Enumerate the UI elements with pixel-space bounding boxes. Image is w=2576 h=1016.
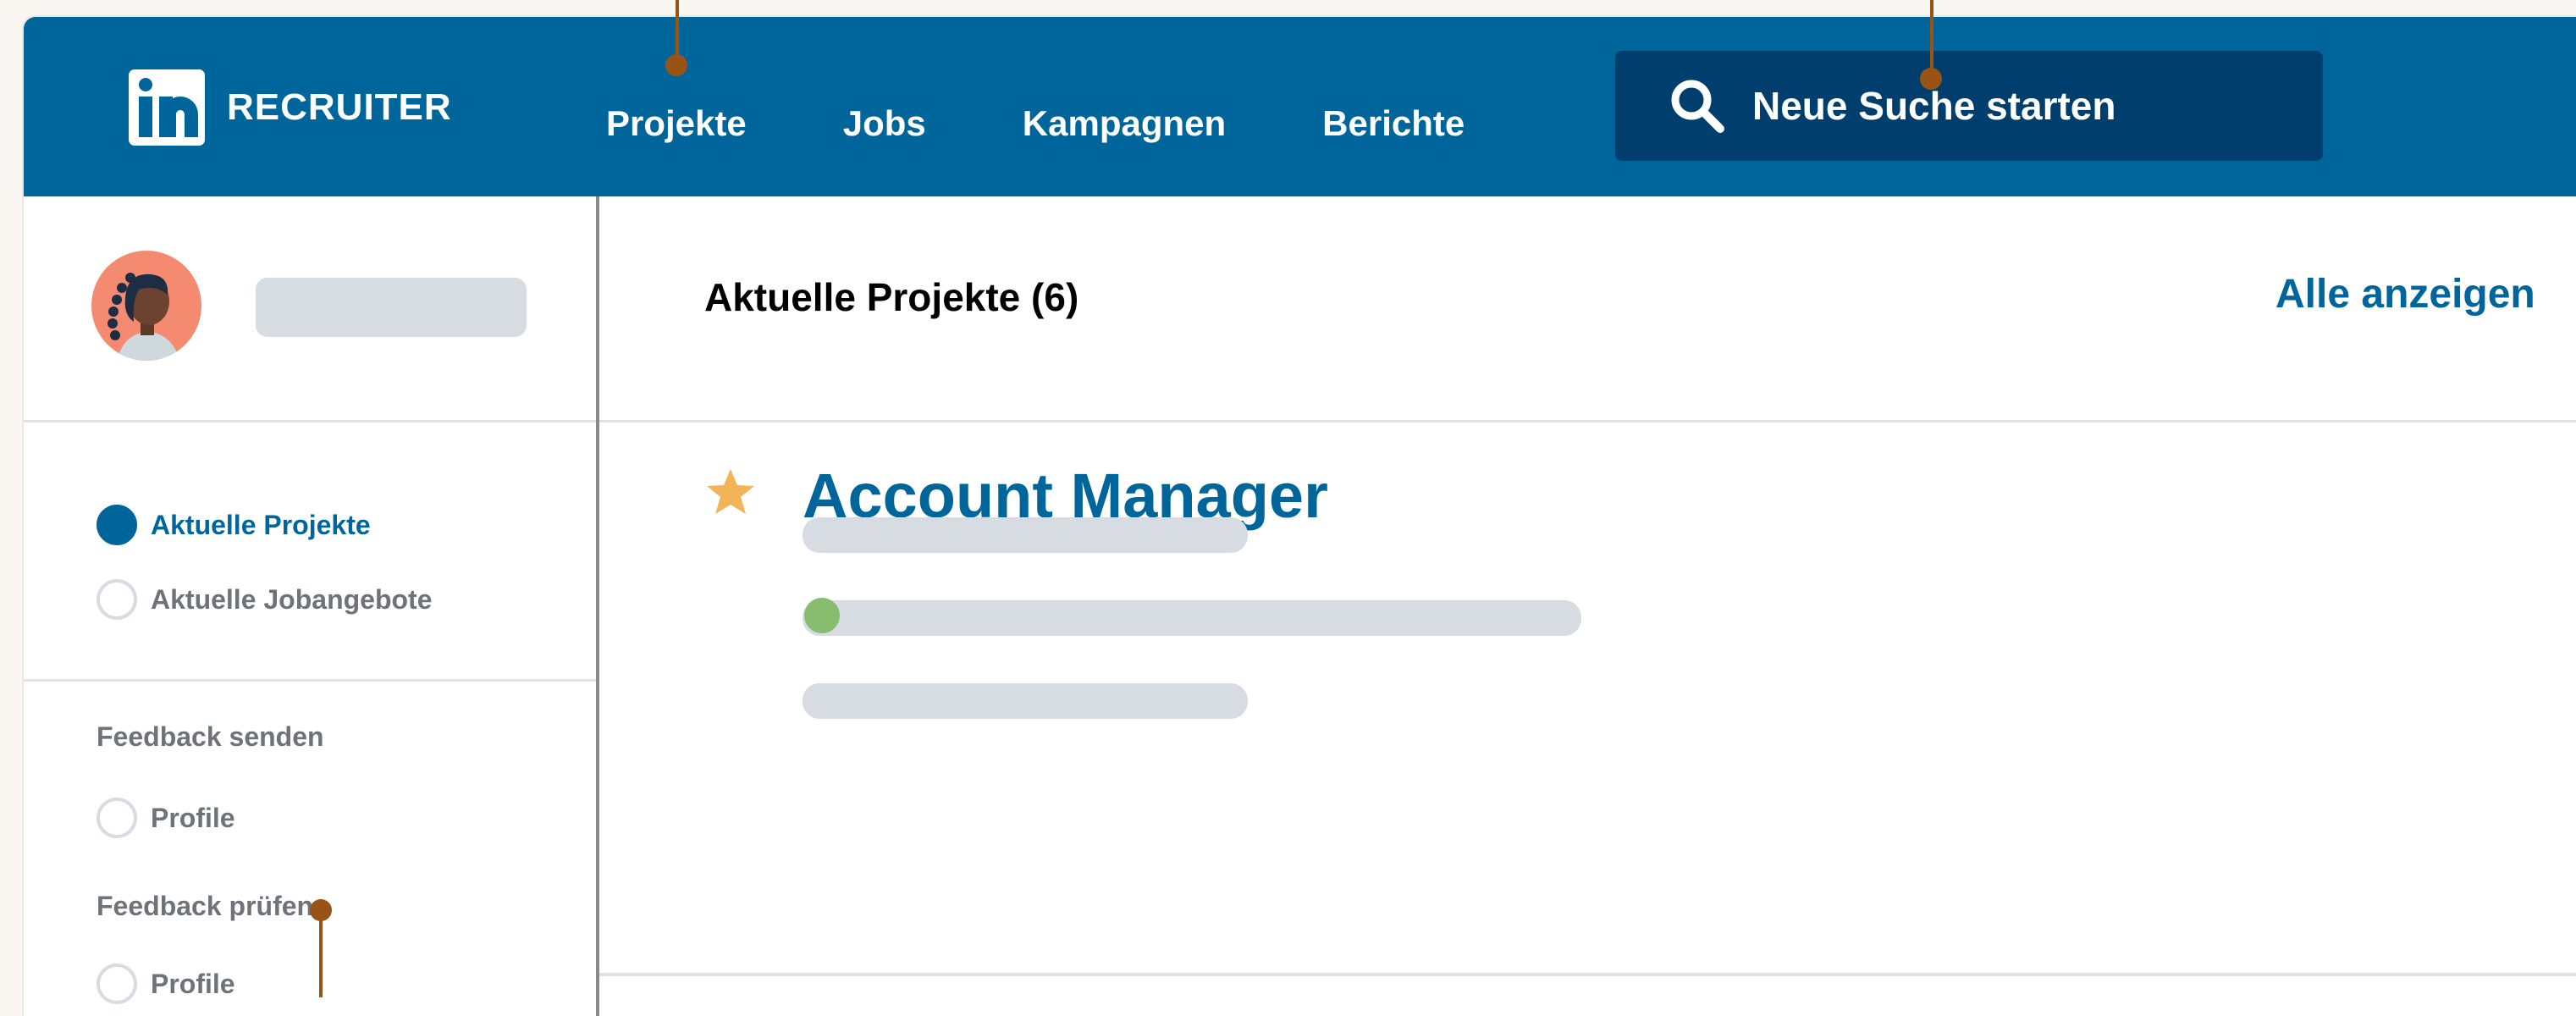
projects-header: Aktuelle Projekte (6) Alle anzeigen xyxy=(599,196,2576,422)
main-nav: Projekte Jobs Kampagnen Berichte xyxy=(606,17,1561,196)
profile-card xyxy=(24,196,596,422)
status-indicator xyxy=(804,598,840,633)
brand[interactable]: RECRUITER xyxy=(129,69,452,146)
nav-item-projekte[interactable]: Projekte xyxy=(606,103,747,144)
section-feedback-senden: Feedback senden xyxy=(97,721,324,752)
radio-unselected[interactable] xyxy=(97,579,137,620)
page-title: Aktuelle Projekte (6) xyxy=(704,275,1079,319)
search-icon xyxy=(1671,80,1724,133)
name-placeholder xyxy=(256,278,527,337)
show-all-link[interactable]: Alle anzeigen xyxy=(2275,271,2535,318)
annotation-pin-line xyxy=(319,909,323,997)
option-profile-pruefen[interactable]: Profile xyxy=(97,964,235,1004)
new-search-button[interactable]: Neue Suche starten xyxy=(1615,51,2323,161)
radio-selected[interactable] xyxy=(97,505,137,545)
app-window: RECRUITER Projekte Jobs Kampagnen Berich… xyxy=(24,17,2576,1016)
top-navigation-bar: RECRUITER Projekte Jobs Kampagnen Berich… xyxy=(24,17,2576,196)
filter-aktuelle-jobangebote[interactable]: Aktuelle Jobangebote xyxy=(97,579,433,620)
placeholder-line xyxy=(803,683,1248,719)
option-label: Profile xyxy=(151,968,235,999)
filter-label: Aktuelle Jobangebote xyxy=(151,583,433,615)
radio-unselected[interactable] xyxy=(97,964,137,1004)
placeholder-line xyxy=(803,517,1248,553)
filter-aktuelle-projekte[interactable]: Aktuelle Projekte xyxy=(97,505,371,545)
section-feedback-pruefen: Feedback prüfen xyxy=(97,891,314,921)
linkedin-logo-icon xyxy=(129,69,205,146)
sidebar: Aktuelle Projekte Aktuelle Jobangebote F… xyxy=(24,196,599,1016)
annotation-pin-dot xyxy=(1920,68,1942,90)
option-label: Profile xyxy=(151,802,235,833)
radio-unselected[interactable] xyxy=(97,798,137,838)
annotation-pin-line xyxy=(1930,0,1933,76)
nav-item-jobs[interactable]: Jobs xyxy=(843,103,926,144)
filter-label: Aktuelle Projekte xyxy=(151,509,371,540)
nav-item-berichte[interactable]: Berichte xyxy=(1322,103,1465,144)
search-label: Neue Suche starten xyxy=(1752,84,2116,128)
brand-name: RECRUITER xyxy=(227,86,452,128)
placeholder-line xyxy=(879,600,1324,636)
sidebar-divider xyxy=(24,679,596,682)
star-icon[interactable] xyxy=(704,467,757,519)
avatar[interactable] xyxy=(91,251,201,361)
nav-item-kampagnen[interactable]: Kampagnen xyxy=(1023,103,1226,144)
project-card[interactable]: Account Manager xyxy=(599,422,2576,976)
annotation-pin-dot xyxy=(665,54,687,76)
main-content: Aktuelle Projekte (6) Alle anzeigen Acco… xyxy=(599,196,2576,1016)
option-profile-senden[interactable]: Profile xyxy=(97,798,235,838)
